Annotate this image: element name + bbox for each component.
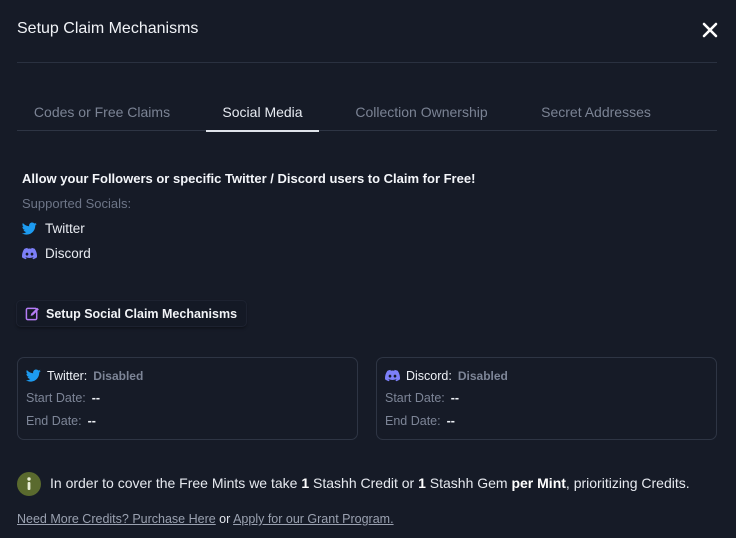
supported-social-name: Twitter (45, 220, 85, 236)
grant-program-link[interactable]: Apply for our Grant Program. (233, 512, 393, 526)
header-divider (17, 62, 717, 63)
start-date-label: Start Date: (26, 391, 86, 405)
tab-codes-or-free-claims[interactable]: Codes or Free Claims (17, 93, 187, 131)
card-title: Discord: (406, 368, 452, 383)
notice-text: Stashh Gem (425, 475, 512, 491)
modal-title: Setup Claim Mechanisms (17, 20, 199, 37)
start-date-value: -- (91, 391, 101, 405)
supported-socials-label: Supported Socials: (22, 196, 132, 211)
supported-social-discord: Discord (22, 244, 91, 262)
free-mint-notice: In order to cover the Free Mints we take… (50, 475, 690, 491)
discord-icon (385, 368, 400, 383)
setup-social-claim-label: Setup Social Claim Mechanisms (46, 306, 238, 321)
end-date-value: -- (87, 414, 96, 428)
purchase-credits-link[interactable]: Need More Credits? Purchase Here (17, 512, 216, 526)
close-button[interactable] (700, 20, 720, 40)
twitter-icon (26, 368, 41, 383)
close-icon[interactable] (700, 20, 720, 40)
notice-gem-count: 1 (418, 475, 426, 491)
tab-secret-addresses[interactable]: Secret Addresses (525, 93, 667, 131)
start-date-value: -- (450, 391, 460, 405)
discord-icon (22, 246, 37, 261)
end-date-label: End Date: (26, 414, 82, 428)
social-intro-text: Allow your Followers or specific Twitter… (22, 171, 476, 186)
notice-credit-count: 1 (301, 475, 310, 491)
notice-text: Stashh Credit or (309, 475, 419, 491)
card-title: Twitter: (47, 368, 88, 383)
discord-status-card: Discord: Disabled Start Date: -- End Dat… (376, 357, 717, 440)
notice-text: In order to cover the Free Mints we take (50, 475, 302, 491)
edit-icon (25, 306, 40, 321)
end-date-label: End Date: (385, 414, 441, 428)
links-separator: or (215, 512, 234, 526)
tab-social-media[interactable]: Social Media (206, 93, 319, 132)
status-badge: Disabled (457, 368, 508, 383)
start-date-label: Start Date: (385, 391, 445, 405)
twitter-icon (22, 221, 37, 236)
setup-social-claim-button[interactable]: Setup Social Claim Mechanisms (17, 301, 247, 326)
status-badge: Disabled (93, 368, 144, 383)
footer-links: Need More Credits? Purchase Here or Appl… (17, 512, 394, 526)
notice-text: , prioritizing Credits. (565, 475, 690, 491)
supported-social-twitter: Twitter (22, 219, 85, 237)
info-icon (17, 472, 41, 496)
notice-per-mint: per Mint (511, 475, 566, 491)
twitter-status-card: Twitter: Disabled Start Date: -- End Dat… (17, 357, 358, 440)
end-date-value: -- (446, 414, 455, 428)
tab-bar: Codes or Free Claims Social Media Collec… (17, 93, 717, 132)
tab-collection-ownership[interactable]: Collection Ownership (342, 93, 501, 131)
supported-social-name: Discord (45, 245, 91, 261)
